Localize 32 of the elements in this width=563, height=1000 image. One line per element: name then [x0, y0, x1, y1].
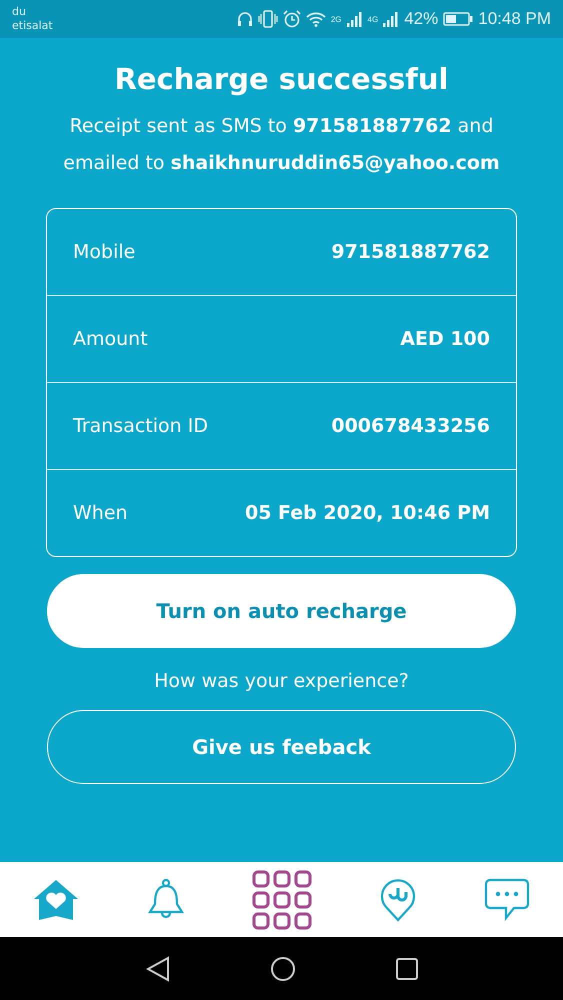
clock-time: 10:48 PM — [478, 9, 551, 29]
receipt-message: Receipt sent as SMS to 971581887762 and emailed to shaikhnuruddin65@yahoo.com — [63, 114, 500, 176]
home-icon[interactable] — [270, 956, 296, 982]
detail-value: 971581887762 — [331, 241, 490, 263]
network-type: 4G — [368, 15, 378, 24]
recents-icon[interactable] — [396, 958, 418, 980]
battery-icon — [443, 12, 474, 26]
battery-percent: 42% — [404, 9, 438, 29]
alarm-icon — [282, 10, 301, 28]
vibrate-icon — [258, 10, 278, 28]
auto-recharge-button[interactable]: Turn on auto recharge — [47, 574, 516, 648]
detail-value: 000678433256 — [331, 415, 490, 437]
carrier-name: du — [12, 5, 27, 19]
detail-value: 05 Feb 2020, 10:46 PM — [244, 502, 490, 524]
network-type: 2G — [330, 15, 342, 24]
signal-icon — [383, 11, 400, 27]
pin-icon[interactable] — [379, 878, 418, 922]
feedback-button[interactable]: Give us feeback — [47, 710, 516, 784]
detail-value: AED 100 — [400, 328, 490, 350]
headphones-icon — [236, 11, 253, 27]
wifi-icon — [306, 11, 326, 27]
detail-label: When — [73, 502, 128, 524]
detail-label: Transaction ID — [73, 415, 208, 437]
carrier-name: etisalat — [12, 19, 53, 33]
experience-question: How was your experience? — [154, 670, 409, 692]
detail-label: Amount — [73, 328, 148, 350]
page-title: Recharge successful — [114, 62, 448, 96]
signal-icon — [346, 11, 363, 27]
chat-icon[interactable] — [484, 878, 530, 922]
detail-label: Mobile — [73, 241, 136, 263]
back-icon[interactable] — [146, 956, 170, 982]
grid-icon[interactable] — [252, 870, 312, 930]
